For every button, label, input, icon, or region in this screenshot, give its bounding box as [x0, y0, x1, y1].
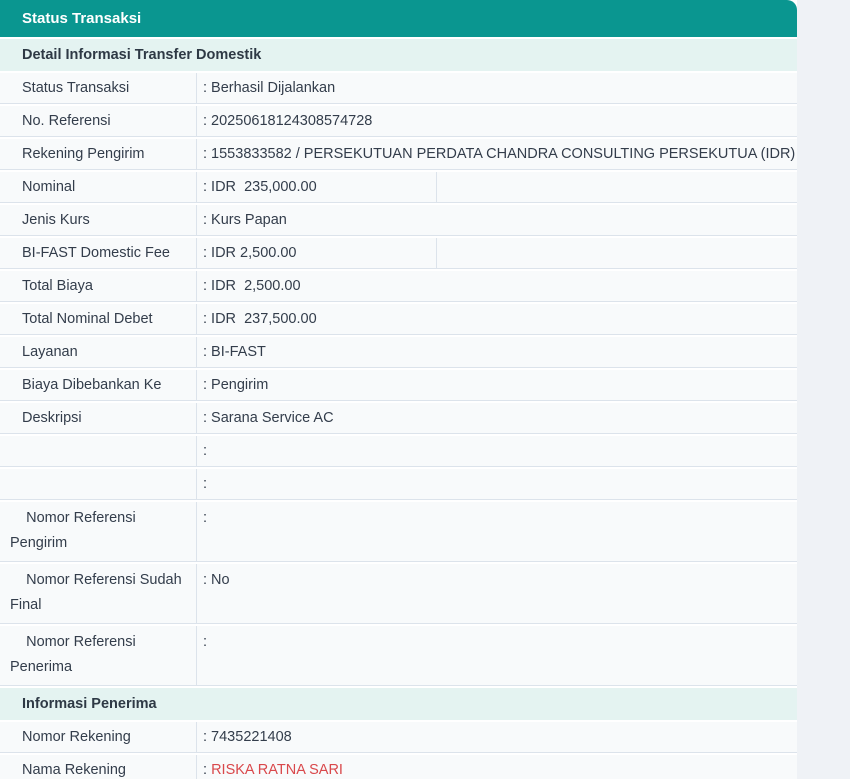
field-label: Nama Rekening [0, 755, 197, 779]
field-value: : RISKA RATNA SARI [197, 755, 797, 779]
transaction-detail-panel: Status Transaksi Detail Informasi Transf… [0, 0, 797, 779]
detail-row: Nomor Referensi Pengirim : [0, 502, 797, 562]
field-label: Nomor Rekening [0, 722, 197, 752]
detail-row: Total Nominal Debet : IDR 237,500.00 [0, 304, 797, 335]
field-value-text: : No [203, 572, 230, 588]
detail-row: Deskripsi : Sarana Service AC [0, 403, 797, 434]
field-value: : 1553833582 / PERSEKUTUAN PERDATA CHAND… [197, 139, 797, 169]
field-label: Nominal [0, 172, 197, 202]
field-label: Nomor Referensi Sudah Final [0, 564, 197, 623]
field-value: : IDR 2,500.00 [197, 271, 797, 301]
info-section-1: Informasi Penerima Nomor Rekening : 7435… [0, 688, 797, 779]
detail-row: Rekening Pengirim : 1553833582 / PERSEKU… [0, 139, 797, 170]
field-value-text: : Sarana Service AC [203, 410, 334, 426]
field-label [0, 436, 197, 466]
field-value-text: : Pengirim [203, 377, 268, 393]
field-value: : [197, 502, 797, 561]
detail-row: Nomor Referensi Sudah Final : No [0, 564, 797, 624]
detail-row: Jenis Kurs : Kurs Papan [0, 205, 797, 236]
field-label: Biaya Dibebankan Ke [0, 370, 197, 400]
field-label: Nomor Referensi Pengirim [0, 502, 197, 561]
section-title: Detail Informasi Transfer Domestik [0, 39, 797, 71]
field-value: : IDR 235,000.00 [197, 172, 437, 202]
field-value-text: : Kurs Papan [203, 212, 287, 228]
field-label: Layanan [0, 337, 197, 367]
field-value-text: : IDR 2,500.00 [203, 245, 297, 261]
detail-row: BI-FAST Domestic Fee : IDR 2,500.00 [0, 238, 797, 269]
page-title-bar: Status Transaksi [0, 0, 797, 37]
detail-sections: Detail Informasi Transfer Domestik Statu… [0, 39, 797, 779]
field-value: : IDR 237,500.00 [197, 304, 797, 334]
field-value: : [197, 436, 797, 466]
detail-row: Total Biaya : IDR 2,500.00 [0, 271, 797, 302]
field-value: : Sarana Service AC [197, 403, 797, 433]
field-value: : [197, 626, 797, 685]
field-label: Rekening Pengirim [0, 139, 197, 169]
field-label: BI-FAST Domestic Fee [0, 238, 197, 268]
field-value-text: : [203, 510, 207, 526]
field-value: : 7435221408 [197, 722, 797, 752]
field-value: : [197, 469, 797, 499]
field-value-text: : [203, 634, 207, 650]
section-rows: Nomor Rekening : 7435221408 Nama Rekenin… [0, 722, 797, 779]
field-value-text: : IDR 237,500.00 [203, 311, 317, 327]
field-value-text: : IDR 235,000.00 [203, 179, 317, 195]
field-value-text: : 7435221408 [203, 729, 292, 745]
field-value: : BI-FAST [197, 337, 797, 367]
field-label: Jenis Kurs [0, 205, 197, 235]
transaction-status-page: Status Transaksi Detail Informasi Transf… [0, 0, 850, 779]
field-value-text: : [203, 476, 207, 492]
field-label: Total Nominal Debet [0, 304, 197, 334]
detail-row: Layanan : BI-FAST [0, 337, 797, 368]
field-value-text: : 1553833582 / PERSEKUTUAN PERDATA CHAND… [203, 146, 795, 162]
row-filler [437, 238, 797, 268]
field-label [0, 469, 197, 499]
field-value-text: : BI-FAST [203, 344, 266, 360]
field-value-highlight: RISKA RATNA SARI [211, 762, 343, 778]
field-label: Total Biaya [0, 271, 197, 301]
detail-row: Status Transaksi : Berhasil Dijalankan [0, 73, 797, 104]
field-label: Deskripsi [0, 403, 197, 433]
detail-row: No. Referensi : 20250618124308574728 [0, 106, 797, 137]
page-title: Status Transaksi [22, 10, 141, 27]
detail-row: Nominal : IDR 235,000.00 [0, 172, 797, 203]
field-value: : Pengirim [197, 370, 797, 400]
field-value-text: : [203, 762, 211, 778]
field-label: No. Referensi [0, 106, 197, 136]
field-label: Status Transaksi [0, 73, 197, 103]
field-value: : Kurs Papan [197, 205, 797, 235]
row-filler [437, 172, 797, 202]
detail-row: Nomor Referensi Penerima : [0, 626, 797, 686]
detail-row: Nomor Rekening : 7435221408 [0, 722, 797, 753]
field-value-text: : IDR 2,500.00 [203, 278, 301, 294]
section-rows: Status Transaksi : Berhasil Dijalankan N… [0, 73, 797, 686]
info-section-0: Detail Informasi Transfer Domestik Statu… [0, 39, 797, 686]
detail-row: Nama Rekening : RISKA RATNA SARI [0, 755, 797, 779]
field-value-text: : 20250618124308574728 [203, 113, 372, 129]
field-value-text: : Berhasil Dijalankan [203, 80, 335, 96]
field-value: : Berhasil Dijalankan [197, 73, 797, 103]
field-value: : 20250618124308574728 [197, 106, 797, 136]
detail-row: : [0, 469, 797, 500]
field-label: Nomor Referensi Penerima [0, 626, 197, 685]
section-title: Informasi Penerima [0, 688, 797, 720]
field-value-text: : [203, 443, 207, 459]
field-value: : No [197, 564, 797, 623]
detail-row: : [0, 436, 797, 467]
field-value: : IDR 2,500.00 [197, 238, 437, 268]
detail-row: Biaya Dibebankan Ke : Pengirim [0, 370, 797, 401]
